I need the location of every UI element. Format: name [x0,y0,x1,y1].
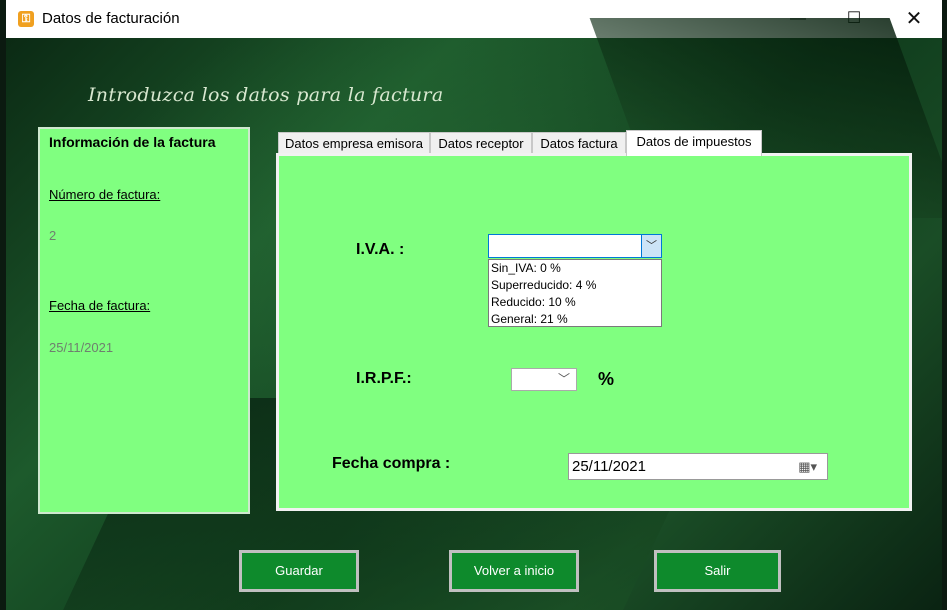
info-panel-title: Información de la factura [49,134,216,150]
invoice-date-value: 25/11/2021 [49,340,114,355]
tab-datos-de-impuestos[interactable]: Datos de impuestos [626,130,762,156]
invoice-number-value: 2 [49,228,57,243]
invoice-number-label: Número de factura: [49,187,161,202]
tab-datos-receptor[interactable]: Datos receptor [430,132,532,155]
iva-combobox[interactable]: ﹀ [488,234,662,258]
invoice-date-label: Fecha de factura: [49,298,151,313]
irpf-label: I.R.P.F.: [356,370,412,387]
invoice-info-panel: Información de la factura Número de fact… [38,127,250,514]
iva-dropdown-list: Sin_IVA: 0 % Superreducido: 4 % Reducido… [488,259,662,327]
chevron-down-icon[interactable]: ﹀ [558,370,570,387]
irpf-combobox[interactable]: ﹀ [511,368,577,391]
app-window: ⚿ Datos de facturación — ☐ ✕ Introduzca … [6,0,942,610]
key-icon: ⚿ [18,11,34,27]
back-to-home-button[interactable]: Volver a inicio [449,550,579,592]
calendar-icon[interactable]: ▦▾ [798,459,817,475]
tab-datos-empresa-emisora[interactable]: Datos empresa emisora [278,132,430,155]
iva-option-superreducido[interactable]: Superreducido: 4 % [491,277,596,294]
iva-label: I.V.A. : [356,241,405,258]
save-button[interactable]: Guardar [239,550,359,592]
purchase-date-label: Fecha compra : [332,455,451,472]
iva-option-reducido[interactable]: Reducido: 10 % [491,294,576,311]
irpf-percent-sign: % [598,369,615,389]
chevron-down-icon[interactable]: ﹀ [641,235,661,257]
window-title: Datos de facturación [42,10,180,27]
iva-option-general[interactable]: General: 21 % [491,311,568,328]
purchase-date-value: 25/11/2021 [572,458,646,475]
exit-button[interactable]: Salir [654,550,781,592]
page-heading: Introduzca los datos para la factura [88,84,444,106]
purchase-date-picker[interactable]: 25/11/2021 ▦▾ [568,453,828,480]
tab-datos-factura[interactable]: Datos factura [532,132,626,155]
iva-option-sin-iva[interactable]: Sin_IVA: 0 % [491,260,561,277]
